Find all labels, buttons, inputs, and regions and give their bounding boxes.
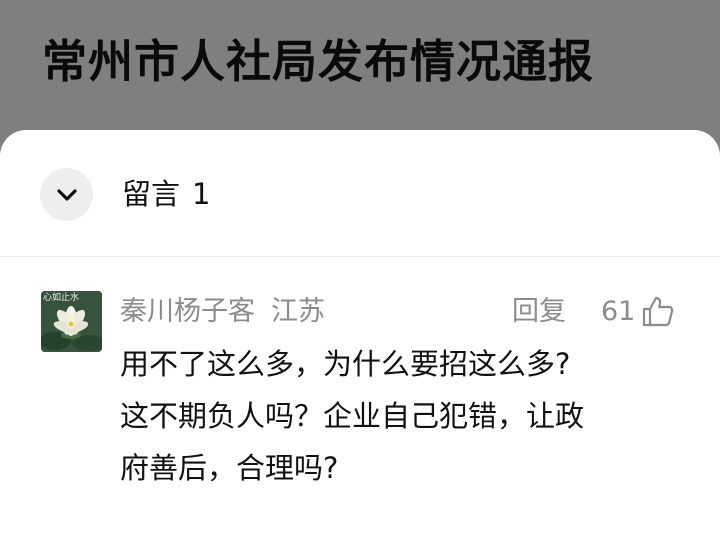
comment-item: 心如止水 秦川杨子客 江苏 回复 61 用不了这么多，为什么要招这么多? 这不期负… (0, 282, 720, 502)
comments-count: 1 (192, 177, 211, 211)
reply-button[interactable]: 回复 (512, 292, 566, 332)
comments-sheet-title: 留言 1 (122, 172, 210, 216)
avatar-caption: 心如止水 (43, 293, 80, 303)
article-header: 常州市人社局发布情况通报 (0, 0, 720, 140)
comment-text-line: 这不期负人吗？企业自己犯错，让政 (120, 399, 585, 433)
like-count: 61 (601, 296, 636, 327)
comment-text-line: 用不了这么多，为什么要招这么多? (120, 347, 571, 381)
thumbs-up-icon (643, 296, 674, 327)
article-title: 常州市人社局发布情况通报 (42, 35, 595, 88)
comment-location: 江苏 (271, 296, 325, 327)
collapse-button[interactable] (40, 168, 93, 221)
comments-title-label: 留言 (122, 177, 181, 211)
avatar[interactable]: 心如止水 (41, 291, 102, 352)
divider (0, 256, 720, 257)
comments-sheet: 留言 1 心如止水 秦川杨子客 江苏 回复 61 用不了这么多，为什么要招这么多… (0, 130, 720, 545)
comments-sheet-header: 留言 1 (0, 130, 720, 256)
comment-meta: 秦川杨子客 江苏 (120, 292, 325, 332)
comment-text-line: 府善后，合理吗? (120, 451, 339, 485)
comment-text: 用不了这么多，为什么要招这么多? 这不期负人吗？企业自己犯错，让政 府善后，合理… (120, 338, 680, 494)
comment-author[interactable]: 秦川杨子客 (120, 296, 255, 327)
like-button[interactable]: 61 (601, 292, 675, 332)
chevron-down-icon (56, 188, 77, 201)
